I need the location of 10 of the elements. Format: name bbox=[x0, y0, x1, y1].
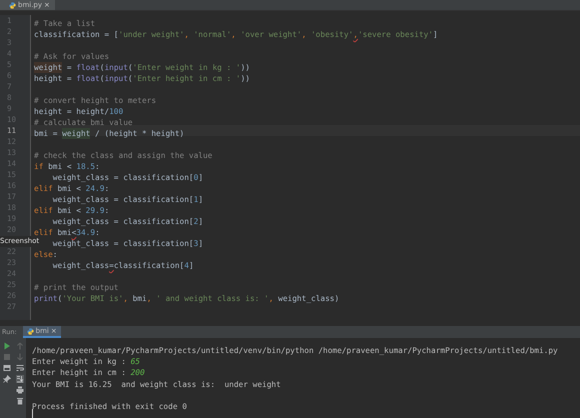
layout-icon[interactable] bbox=[2, 364, 10, 372]
print-icon[interactable] bbox=[16, 386, 24, 394]
wrap-icon[interactable] bbox=[16, 364, 24, 372]
python-run-icon bbox=[26, 328, 34, 334]
python-file-icon bbox=[9, 2, 16, 8]
scroll-end-icon[interactable] bbox=[16, 375, 24, 383]
run-icon[interactable] bbox=[2, 342, 10, 350]
pin-icon[interactable] bbox=[2, 375, 10, 383]
trash-icon[interactable] bbox=[16, 397, 24, 405]
text-cursor bbox=[32, 409, 33, 418]
